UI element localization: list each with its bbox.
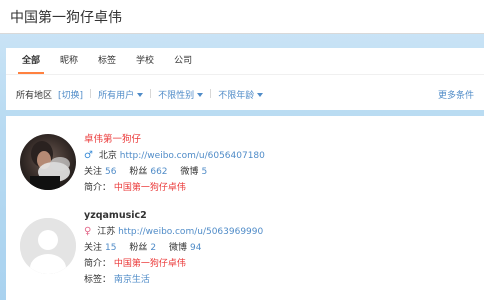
- region-label: 所有地区: [16, 90, 53, 101]
- follow-count[interactable]: 56: [105, 167, 116, 177]
- female-icon: ♀: [84, 226, 92, 237]
- chevron-down-icon: [257, 93, 264, 97]
- weibo-label: 微博: [168, 243, 187, 253]
- tab-all[interactable]: 全部: [12, 48, 50, 74]
- follow-label: 关注: [84, 167, 103, 177]
- gender-dropdown[interactable]: 不限性别: [158, 88, 204, 101]
- follow-label: 关注: [84, 243, 103, 253]
- profile-url[interactable]: http://weibo.com/u/5063969990: [118, 227, 263, 237]
- users-dropdown[interactable]: 所有用户: [98, 88, 144, 101]
- chevron-down-icon: [137, 93, 144, 97]
- follow-count[interactable]: 15: [105, 243, 116, 253]
- search-input[interactable]: [10, 6, 470, 28]
- fans-count[interactable]: 662: [150, 167, 167, 177]
- avatar-photo-icon: [20, 134, 76, 190]
- fans-label: 粉丝: [129, 243, 148, 253]
- filter-row: 所有地区 [切换] | 所有用户 | 不限性别 | 不限年龄 更多条件: [16, 84, 474, 104]
- avatar[interactable]: [20, 134, 76, 190]
- intro-text: 中国第一狗仔卓伟: [113, 183, 186, 193]
- intro-label: 简介：: [84, 259, 112, 269]
- tab-company[interactable]: 公司: [164, 48, 202, 74]
- fans-count[interactable]: 2: [150, 243, 156, 253]
- list-item: yzqamusic2 ♀ 江苏 http://weibo.com/u/50639…: [6, 204, 484, 296]
- weibo-count[interactable]: 94: [190, 243, 201, 253]
- male-icon: ♂: [84, 150, 93, 161]
- tab-school[interactable]: 学校: [126, 48, 164, 74]
- gender-dropdown-label: 不限性别: [158, 90, 195, 101]
- weibo-label: 微博: [180, 167, 199, 177]
- user-name[interactable]: yzqamusic2: [84, 210, 147, 221]
- profile-url[interactable]: http://weibo.com/u/6056407180: [120, 151, 265, 161]
- fans-label: 粉丝: [129, 167, 148, 177]
- tags-label: 标签：: [84, 275, 112, 285]
- more-conditions-link[interactable]: 更多条件: [438, 88, 474, 101]
- location: 江苏: [97, 227, 116, 237]
- list-item: 卓伟第一狗仔 ♂ 北京 http://weibo.com/u/605640718…: [6, 124, 484, 204]
- tab-divider: [6, 74, 484, 75]
- intro-text: 中国第一狗仔卓伟: [113, 259, 186, 269]
- age-dropdown-label: 不限年龄: [218, 90, 255, 101]
- filter-divider: |: [209, 89, 213, 99]
- weibo-count[interactable]: 5: [201, 167, 207, 177]
- intro-label: 简介：: [84, 183, 112, 193]
- filter-panel: 全部 昵称 标签 学校 公司 所有地区 [切换] | 所有用户 | 不限性别 |…: [6, 48, 484, 110]
- filter-divider: |: [89, 89, 93, 99]
- default-avatar-icon: [20, 218, 76, 274]
- tab-nickname[interactable]: 昵称: [50, 48, 88, 74]
- chevron-down-icon: [197, 93, 204, 97]
- search-bar: [0, 0, 484, 34]
- tab-tags[interactable]: 标签: [88, 48, 126, 74]
- location: 北京: [98, 151, 117, 161]
- filter-divider: |: [149, 89, 153, 99]
- users-dropdown-label: 所有用户: [98, 90, 135, 101]
- avatar[interactable]: [20, 218, 76, 274]
- tag-link[interactable]: 南京生活: [114, 275, 150, 285]
- user-name[interactable]: 卓伟第一狗仔: [84, 134, 141, 145]
- tab-bar: 全部 昵称 标签 学校 公司: [12, 48, 202, 74]
- age-dropdown[interactable]: 不限年龄: [218, 88, 264, 101]
- results-list: 卓伟第一狗仔 ♂ 北京 http://weibo.com/u/605640718…: [6, 116, 484, 300]
- switch-region-link[interactable]: [切换]: [58, 88, 83, 101]
